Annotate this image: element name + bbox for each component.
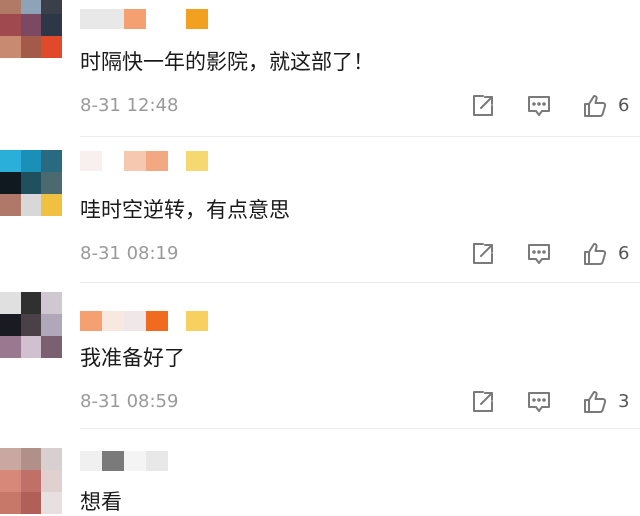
like-count: 3 — [618, 391, 630, 412]
comment-actions: 6 — [470, 93, 640, 121]
divider — [80, 136, 640, 137]
username[interactable] — [80, 450, 208, 472]
username[interactable] — [80, 150, 208, 172]
comment-text: 时隔快一年的影院，就这部了！ — [80, 50, 374, 74]
like-count: 6 — [618, 95, 630, 116]
comment-timestamp: 8-31 08:59 — [80, 391, 179, 412]
username[interactable] — [80, 8, 208, 30]
avatar[interactable] — [0, 0, 62, 58]
comment-icon[interactable] — [526, 241, 552, 267]
comment-text: 想看 — [80, 490, 122, 514]
avatar[interactable] — [0, 448, 62, 514]
divider — [80, 282, 640, 283]
avatar[interactable] — [0, 150, 62, 216]
comment-text: 我准备好了 — [80, 346, 185, 370]
like-count: 6 — [618, 243, 630, 264]
comment-timestamp: 8-31 12:48 — [80, 95, 179, 116]
comment-text: 哇时空逆转，有点意思 — [80, 198, 290, 222]
avatar[interactable] — [0, 292, 62, 358]
like-icon[interactable] — [582, 93, 608, 119]
comment-icon[interactable] — [526, 93, 552, 119]
comment-actions: 3 — [470, 389, 640, 417]
divider — [80, 428, 640, 429]
like-icon[interactable] — [582, 241, 608, 267]
share-icon[interactable] — [470, 241, 496, 267]
comment-timestamp: 8-31 08:19 — [80, 243, 179, 264]
comment-icon[interactable] — [526, 389, 552, 415]
share-icon[interactable] — [470, 93, 496, 119]
comment-actions: 6 — [470, 241, 640, 269]
share-icon[interactable] — [470, 389, 496, 415]
username[interactable] — [80, 310, 208, 332]
like-icon[interactable] — [582, 389, 608, 415]
